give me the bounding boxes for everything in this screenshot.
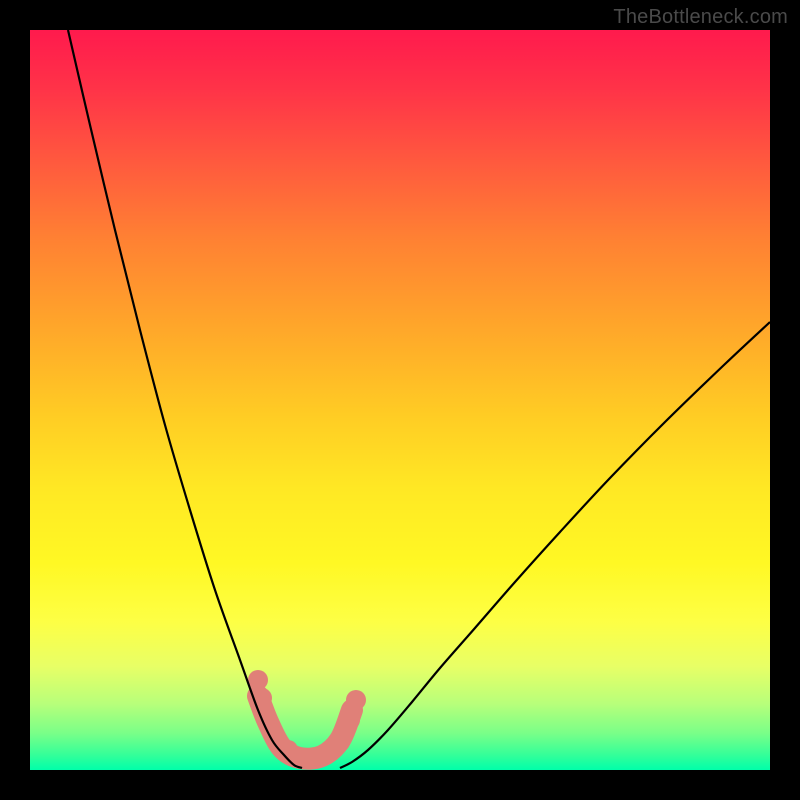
curve-dot xyxy=(340,710,360,730)
plot-area xyxy=(30,30,770,770)
curve-dot xyxy=(278,740,298,760)
right-curve xyxy=(340,322,770,768)
curve-dot xyxy=(248,670,268,690)
watermark-text: TheBottleneck.com xyxy=(613,6,788,29)
left-curve xyxy=(68,30,302,768)
curve-dot xyxy=(330,732,350,752)
chart-frame: TheBottleneck.com xyxy=(0,0,800,800)
curve-layer xyxy=(30,30,770,770)
curve-dot xyxy=(346,690,366,710)
